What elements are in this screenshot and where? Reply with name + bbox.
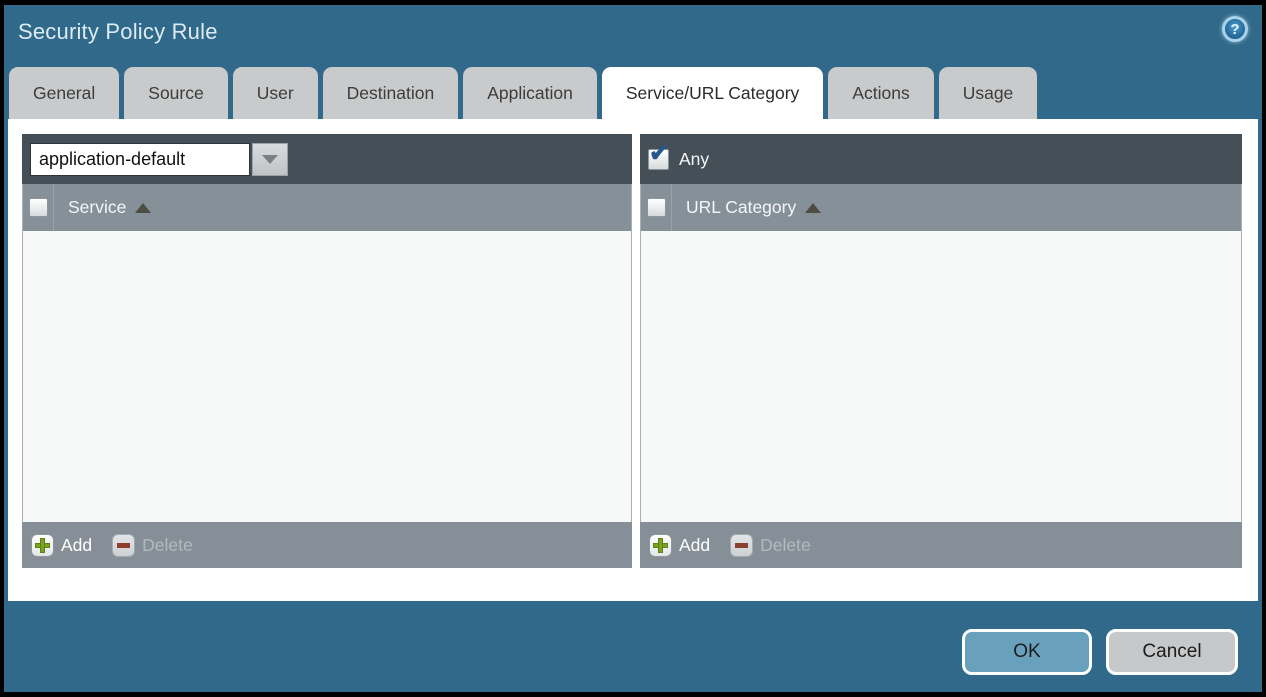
tab-service-url-category[interactable]: Service/URL Category <box>602 67 823 119</box>
service-type-dropdown-button[interactable] <box>252 143 288 176</box>
service-select-all-cell <box>23 184 54 231</box>
minus-icon <box>730 534 753 557</box>
plus-icon <box>31 534 54 557</box>
add-url-category-button[interactable]: Add <box>649 534 710 557</box>
url-category-actions-bar: Add Delete <box>640 522 1242 568</box>
url-category-list <box>640 231 1242 522</box>
tab-usage[interactable]: Usage <box>939 67 1038 119</box>
cancel-button[interactable]: Cancel <box>1106 629 1238 675</box>
url-category-panel: ✔ Any URL Category Add <box>640 134 1242 568</box>
tab-source[interactable]: Source <box>124 67 227 119</box>
service-toolbar <box>22 134 632 184</box>
sort-ascending-icon <box>135 203 151 213</box>
any-label: Any <box>679 149 709 170</box>
tab-content-area: Service Add Delete ✔ <box>8 119 1258 601</box>
url-select-all-cell <box>641 184 672 231</box>
service-actions-bar: Add Delete <box>22 522 632 568</box>
tab-actions[interactable]: Actions <box>828 67 933 119</box>
service-type-input[interactable] <box>30 143 250 176</box>
delete-url-category-button[interactable]: Delete <box>730 534 811 557</box>
sort-ascending-icon <box>805 203 821 213</box>
security-policy-rule-dialog: Security Policy Rule ? General Source Us… <box>4 5 1262 692</box>
service-select-all-checkbox[interactable] <box>29 198 48 217</box>
plus-icon <box>649 534 672 557</box>
delete-service-button[interactable]: Delete <box>112 534 193 557</box>
url-category-column-label[interactable]: URL Category <box>686 197 821 218</box>
question-mark-glyph: ? <box>1230 22 1239 37</box>
service-column-label[interactable]: Service <box>68 197 151 218</box>
url-select-all-checkbox[interactable] <box>647 198 666 217</box>
chevron-down-icon <box>262 155 278 164</box>
service-panel: Service Add Delete <box>22 134 632 568</box>
service-type-dropdown[interactable] <box>30 143 288 176</box>
dialog-title: Security Policy Rule <box>18 19 218 45</box>
any-checkbox[interactable]: ✔ <box>648 149 669 170</box>
url-any-toolbar: ✔ Any <box>640 134 1242 184</box>
help-icon[interactable]: ? <box>1222 16 1248 42</box>
check-icon: ✔ <box>649 142 669 166</box>
tab-general[interactable]: General <box>9 67 119 119</box>
tab-destination[interactable]: Destination <box>323 67 459 119</box>
ok-button[interactable]: OK <box>962 629 1092 675</box>
tab-application[interactable]: Application <box>463 67 597 119</box>
tab-user[interactable]: User <box>233 67 318 119</box>
add-service-button[interactable]: Add <box>31 534 92 557</box>
minus-icon <box>112 534 135 557</box>
service-column-header: Service <box>22 184 632 231</box>
tab-bar: General Source User Destination Applicat… <box>9 67 1257 119</box>
url-category-column-header: URL Category <box>640 184 1242 231</box>
service-list <box>22 231 632 522</box>
